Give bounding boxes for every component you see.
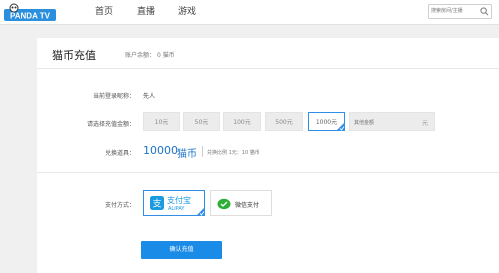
exchange-ratio: 兑换比例 1元：10 猫币 [207,150,260,156]
exchange-label: 兑换道具： [104,150,135,157]
selected-check-icon [196,207,205,216]
svg-text:PANDA TV: PANDA TV [10,12,51,21]
selected-check-icon [336,122,345,131]
payment-alipay[interactable]: 支 支付宝 ALIPAY [143,190,205,216]
custom-amount-unit: 元 [421,120,428,127]
amount-option-10[interactable]: 10元 [143,112,180,131]
alipay-name: 支付宝 [167,196,191,205]
top-bar: PANDA TV 首页 直播 游戏 [0,0,499,25]
account-balance: 账户余额： 0 猫币 [125,50,175,59]
panda-logo-icon: PANDA TV [4,3,56,21]
recharge-panel: 猫币充值 账户余额： 0 猫币 当前登录昵称： 先人 请选择充值金额： 10元 … [37,38,499,273]
divider [37,172,499,173]
nickname-value: 先人 [143,93,156,100]
search-input[interactable] [431,6,479,16]
search-box [428,4,492,19]
svg-text:支: 支 [152,198,161,210]
confirm-recharge-button[interactable]: 确认充值 [141,241,222,259]
alipay-sub: ALIPAY [168,206,185,212]
amount-option-100[interactable]: 100元 [223,112,261,131]
custom-amount-field: 元 [349,112,435,131]
amount-option-50[interactable]: 50元 [183,112,220,131]
alipay-icon: 支 [150,196,164,210]
payment-label: 支付方式： [104,202,135,209]
separator [202,146,203,157]
nav-home[interactable]: 首页 [95,4,113,17]
amount-option-1000[interactable]: 1000元 [308,112,345,131]
balance-value: 0 [156,52,161,59]
custom-amount-input[interactable] [354,118,414,127]
amount-label: 请选择充值金额： [86,121,135,128]
nickname-label: 当前登录昵称： [92,93,135,100]
balance-label: 账户余额： [125,52,156,59]
exchange-unit: 猫币 [177,149,197,160]
exchange-amount: 10000 [143,144,178,157]
payment-wechat[interactable]: 微信支付 [210,190,272,216]
balance-unit: 猫币 [162,52,175,59]
nav-live[interactable]: 直播 [137,4,155,17]
divider [37,68,499,69]
amount-option-500[interactable]: 500元 [265,112,303,131]
wechat-name: 微信支付 [235,202,260,209]
nav-games[interactable]: 游戏 [178,4,196,17]
page-title: 猫币充值 [52,49,96,62]
search-icon[interactable] [480,7,489,16]
pandatv-logo[interactable]: PANDA TV [4,3,56,22]
wechat-pay-icon [217,198,231,210]
